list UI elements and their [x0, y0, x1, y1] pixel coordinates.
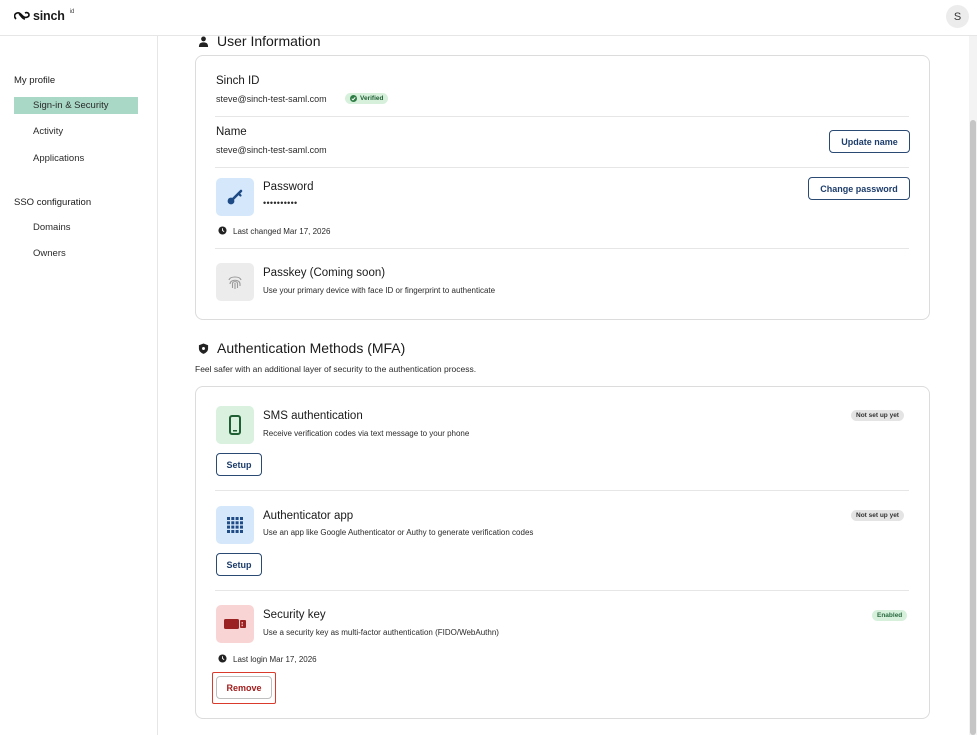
divider: [215, 167, 909, 168]
person-icon: [198, 36, 209, 47]
authenticator-method-name: Authenticator app: [263, 510, 354, 522]
security-key-remove-button[interactable]: Remove: [216, 676, 272, 699]
authenticator-tile: [216, 506, 254, 544]
security-key-method-description: Use a security key as multi-factor authe…: [263, 628, 499, 637]
usb-key-icon: [224, 619, 246, 629]
mfa-title: Authentication Methods (MFA): [217, 340, 406, 356]
avatar[interactable]: S: [946, 5, 969, 28]
sidebar-item-applications[interactable]: Applications: [33, 153, 84, 164]
clock-icon: [218, 654, 227, 663]
sinch-id-label: Sinch ID: [216, 75, 260, 87]
sidebar-item-domains[interactable]: Domains: [33, 222, 71, 233]
top-bar: sinch id S: [0, 0, 977, 36]
security-key-last-login: Last login Mar 17, 2026: [233, 655, 317, 664]
phone-icon: [229, 415, 241, 435]
authenticator-method-description: Use an app like Google Authenticator or …: [263, 528, 534, 537]
divider: [215, 116, 909, 117]
authenticator-status-badge: Not set up yet: [851, 510, 904, 521]
logo-suffix: id: [69, 9, 75, 15]
change-password-button[interactable]: Change password: [808, 177, 910, 200]
shield-icon: [198, 342, 209, 354]
security-key-method-name: Security key: [263, 609, 326, 621]
divider: [215, 490, 909, 491]
verified-badge-text: Verified: [360, 95, 384, 102]
sms-method-description: Receive verification codes via text mess…: [263, 429, 470, 438]
security-key-status-badge: Enabled: [872, 610, 908, 621]
passkey-tile: [216, 263, 254, 301]
sms-setup-button[interactable]: Setup: [216, 453, 262, 476]
sidebar-item-sign-in-security[interactable]: Sign-in & Security: [14, 97, 138, 114]
sms-tile: [216, 406, 254, 444]
user-information-title: User Information: [217, 33, 321, 49]
sms-status-badge: Not set up yet: [851, 410, 904, 421]
password-masked-value: ••••••••••: [263, 198, 298, 208]
clock-icon: [218, 226, 227, 235]
password-label: Password: [263, 181, 314, 193]
sidebar-item-owners[interactable]: Owners: [33, 248, 66, 259]
sms-method-name: SMS authentication: [263, 410, 363, 422]
passkey-label: Passkey (Coming soon): [263, 267, 386, 279]
logo-text: sinch: [33, 9, 65, 23]
user-information-heading: User Information: [198, 33, 320, 49]
security-key-tile: [216, 605, 254, 643]
sinch-id-value: steve@sinch-test-saml.com: [216, 94, 327, 104]
name-label: Name: [216, 126, 247, 138]
name-value: steve@sinch-test-saml.com: [216, 145, 327, 155]
divider: [215, 590, 909, 591]
key-icon: [227, 189, 243, 205]
passkey-description: Use your primary device with face ID or …: [263, 286, 496, 295]
password-last-changed: Last changed Mar 17, 2026: [233, 227, 331, 236]
scrollbar-thumb[interactable]: [970, 120, 976, 735]
grid-icon: [227, 517, 243, 533]
main-content: User Information Sinch ID steve@sinch-te…: [158, 33, 969, 735]
sidebar-section-sso-configuration: SSO configuration: [14, 197, 92, 208]
sinch-logo[interactable]: sinch id: [14, 9, 74, 23]
user-information-card: Sinch ID steve@sinch-test-saml.com Verif…: [195, 55, 930, 320]
check-circle-icon: [350, 95, 357, 102]
password-tile: [216, 178, 254, 216]
mfa-subtitle: Feel safer with an additional layer of s…: [195, 364, 477, 374]
divider: [215, 248, 909, 249]
update-name-button[interactable]: Update name: [829, 130, 910, 153]
verified-badge: Verified: [345, 93, 389, 104]
sidebar: My profile Sign-in & Security Activity A…: [0, 36, 158, 735]
sinch-logo-icon: [14, 11, 30, 20]
mfa-heading: Authentication Methods (MFA): [198, 340, 405, 356]
sidebar-item-activity[interactable]: Activity: [33, 126, 63, 137]
mfa-methods-card: SMS authentication Receive verification …: [195, 386, 930, 719]
authenticator-setup-button[interactable]: Setup: [216, 553, 262, 576]
fingerprint-icon: [228, 276, 242, 289]
vertical-scrollbar[interactable]: [969, 36, 977, 735]
sidebar-section-my-profile: My profile: [14, 75, 56, 86]
